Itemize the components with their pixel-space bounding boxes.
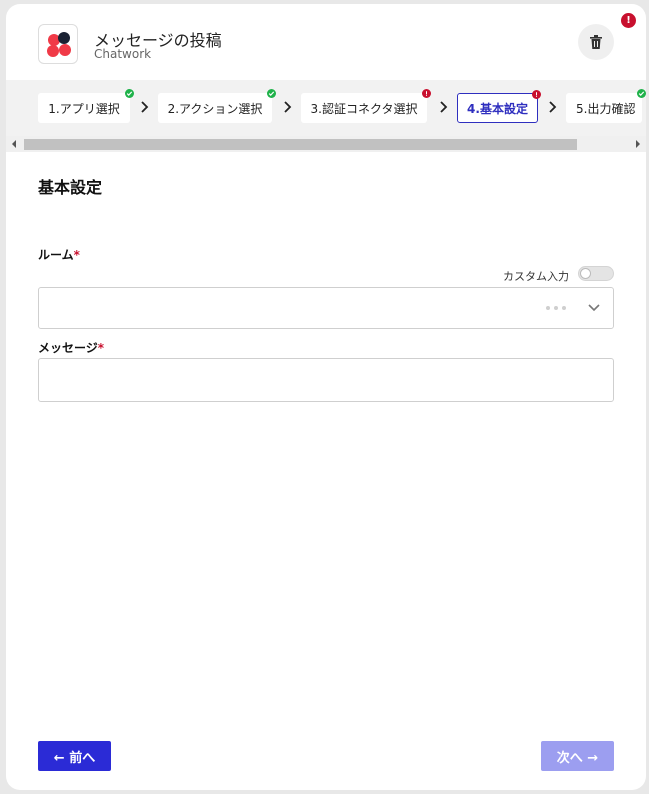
error-icon xyxy=(532,90,541,99)
loading-dots-icon xyxy=(546,306,566,310)
message-field-box xyxy=(38,358,614,402)
room-label-text: ルーム xyxy=(38,248,74,262)
check-icon xyxy=(125,89,134,98)
panel-header: メッセージの投稿 Chatwork xyxy=(6,4,646,80)
check-icon xyxy=(637,89,646,98)
toggle-knob xyxy=(580,268,591,279)
delete-button[interactable] xyxy=(578,24,614,60)
chevron-right-icon xyxy=(141,101,149,113)
step-label: 5.出力確認 xyxy=(576,101,636,116)
required-mark: * xyxy=(73,248,80,262)
custom-input-toggle[interactable] xyxy=(578,266,614,281)
chevron-right-icon xyxy=(549,101,557,113)
room-select[interactable] xyxy=(38,287,614,329)
chevron-right-icon xyxy=(440,101,448,113)
step-label: 3.認証コネクタ選択 xyxy=(310,101,418,116)
check-icon xyxy=(267,89,276,98)
message-label: メッセージ* xyxy=(38,339,104,356)
prev-button[interactable]: ← 前へ xyxy=(38,741,111,771)
error-badge: ! xyxy=(621,13,636,28)
step-output-check[interactable]: 5.出力確認 xyxy=(566,89,646,123)
next-button[interactable]: 次へ → xyxy=(541,741,614,771)
step-label: 4.基本設定 xyxy=(467,101,528,116)
step-action-select[interactable]: 2.アクション選択 xyxy=(158,89,276,123)
message-label-text: メッセージ xyxy=(38,341,98,355)
section-title: 基本設定 xyxy=(38,178,103,197)
horizontal-scrollbar[interactable] xyxy=(6,136,646,152)
chevron-down-icon[interactable] xyxy=(587,303,601,313)
step-label: 1.アプリ選択 xyxy=(48,101,120,116)
custom-input-label: カスタム入力 xyxy=(503,270,569,283)
scroll-right-icon[interactable] xyxy=(634,139,642,149)
step-basic-settings[interactable]: 4.基本設定 xyxy=(457,90,541,123)
message-input[interactable] xyxy=(39,359,613,401)
scrollbar-thumb[interactable] xyxy=(24,139,577,150)
error-icon xyxy=(422,89,431,98)
required-mark: * xyxy=(97,341,105,355)
step-label: 2.アクション選択 xyxy=(167,101,263,116)
app-name: Chatwork xyxy=(94,47,152,61)
room-label: ルーム* xyxy=(38,246,80,263)
step-connector-select[interactable]: 3.認証コネクタ選択 xyxy=(301,89,431,123)
task-settings-panel: メッセージの投稿 Chatwork ! 1.アプリ選択 2.アクション選択 3.… xyxy=(6,4,646,790)
step-navigation: 1.アプリ選択 2.アクション選択 3.認証コネクタ選択 4.基本設定 5.出力… xyxy=(6,80,646,136)
trash-icon xyxy=(590,35,602,49)
chevron-right-icon xyxy=(284,101,292,113)
chatwork-logo-icon xyxy=(38,24,78,64)
scroll-left-icon[interactable] xyxy=(10,139,18,149)
step-app-select[interactable]: 1.アプリ選択 xyxy=(38,89,134,123)
